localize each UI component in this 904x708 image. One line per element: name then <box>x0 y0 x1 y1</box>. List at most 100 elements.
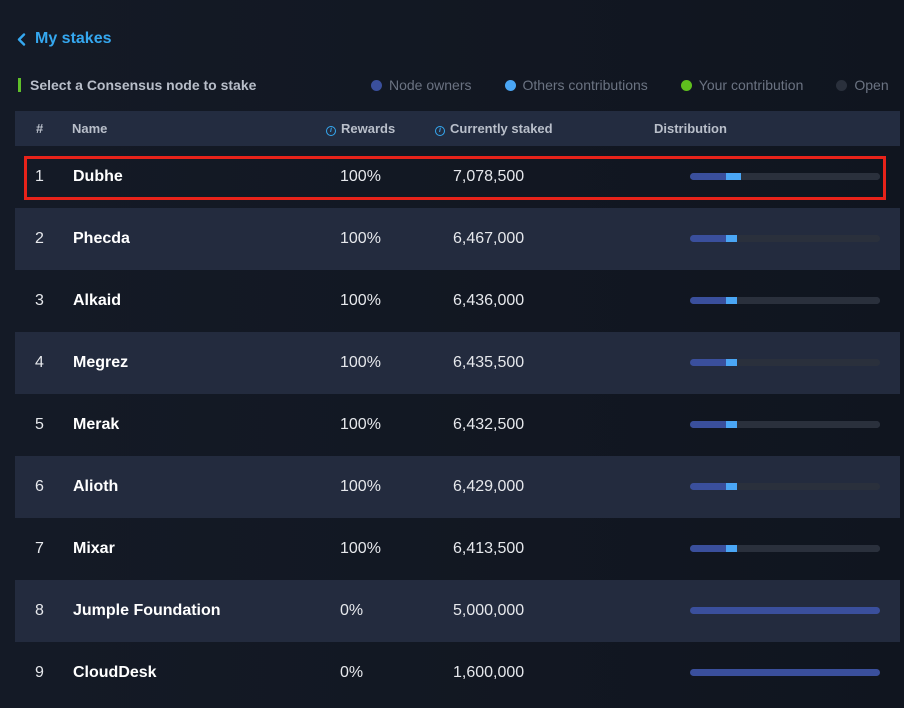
table-row[interactable]: 9 CloudDesk 0% 1,600,000 <box>15 642 900 704</box>
node-name: Megrez <box>73 354 129 371</box>
node-name: Merak <box>73 416 120 433</box>
table-row[interactable]: 2 Phecda 100% 6,467,000 <box>15 208 900 270</box>
node-staked: 6,436,000 <box>453 292 525 309</box>
distribution-segment-others <box>726 297 738 304</box>
legend-item-others: Others contributions <box>504 77 648 93</box>
distribution-segment-owners <box>690 669 880 676</box>
node-staked: 6,429,000 <box>453 478 525 495</box>
node-rewards: 100% <box>340 292 381 309</box>
distribution-segment-owners <box>690 421 727 428</box>
legend-label: Open <box>854 77 889 93</box>
distribution-bar <box>690 173 880 180</box>
stake-page: My stakes Select a Consensus node to sta… <box>0 0 904 708</box>
node-name: Mixar <box>73 540 115 557</box>
legend-label: Your contribution <box>698 77 804 93</box>
legend-label: Node owners <box>389 77 472 93</box>
distribution-segment-open <box>737 421 880 428</box>
distribution-bar <box>690 545 880 552</box>
distribution-segment-owners <box>690 173 727 180</box>
distribution-bar <box>690 607 880 614</box>
distribution-segment-open <box>741 173 880 180</box>
row-index: 4 <box>35 354 44 371</box>
back-link[interactable]: My stakes <box>16 30 112 48</box>
row-index: 1 <box>35 168 44 185</box>
distribution-bar <box>690 669 880 676</box>
column-header-rewards-label: Rewards <box>341 121 396 136</box>
legend-dot-open <box>836 79 848 91</box>
node-rewards: 100% <box>340 230 381 247</box>
distribution-bar <box>690 297 880 304</box>
distribution-segment-owners <box>690 483 727 490</box>
distribution-segment-open <box>737 483 880 490</box>
distribution-segment-owners <box>690 235 727 242</box>
node-name: Jumple Foundation <box>73 602 221 619</box>
table-body: 1 Dubhe 100% 7,078,500 2 Phecda 100% 6,467,000 3… <box>15 146 900 704</box>
legend-item-node-owners: Node owners <box>371 77 472 93</box>
back-label: My stakes <box>35 30 112 47</box>
node-rewards: 100% <box>340 540 381 557</box>
distribution-segment-others <box>726 173 742 180</box>
section-heading: Select a Consensus node to stake <box>18 77 256 93</box>
node-name: Alioth <box>73 478 119 495</box>
table-row[interactable]: 6 Alioth 100% 6,429,000 <box>15 456 900 518</box>
column-header-staked[interactable]: i Currently staked <box>435 121 553 136</box>
column-header-distribution: Distribution <box>654 121 727 136</box>
node-staked: 6,432,500 <box>453 416 525 433</box>
row-index: 9 <box>35 664 44 681</box>
legend-dot-others <box>504 79 516 91</box>
distribution-segment-owners <box>690 545 727 552</box>
node-staked: 7,078,500 <box>453 168 525 185</box>
heading-accent-bar <box>18 78 21 92</box>
column-header-staked-label: Currently staked <box>450 121 553 136</box>
distribution-segment-open <box>737 545 880 552</box>
distribution-bar <box>690 483 880 490</box>
node-staked: 6,413,500 <box>453 540 525 557</box>
distribution-segment-others <box>726 235 738 242</box>
table-row[interactable]: 8 Jumple Foundation 0% 5,000,000 <box>15 580 900 642</box>
node-staked: 5,000,000 <box>453 602 525 619</box>
distribution-legend: Node owners Others contributions Your co… <box>371 77 904 93</box>
node-rewards: 100% <box>340 416 381 433</box>
legend-dot-yours <box>680 79 692 91</box>
legend-item-yours: Your contribution <box>680 77 804 93</box>
column-header-index: # <box>36 121 44 136</box>
distribution-segment-others <box>726 483 738 490</box>
distribution-bar <box>690 235 880 242</box>
distribution-segment-others <box>726 359 738 366</box>
distribution-segment-open <box>737 297 880 304</box>
node-staked: 6,467,000 <box>453 230 525 247</box>
distribution-bar <box>690 421 880 428</box>
table-row[interactable]: 3 Alkaid 100% 6,436,000 <box>15 270 900 332</box>
table-row[interactable]: 7 Mixar 100% 6,413,500 <box>15 518 900 580</box>
node-name: CloudDesk <box>73 664 157 681</box>
distribution-segment-owners <box>690 607 880 614</box>
node-name: Phecda <box>73 230 130 247</box>
node-name: Alkaid <box>73 292 122 309</box>
distribution-segment-others <box>726 545 738 552</box>
row-index: 2 <box>35 230 44 247</box>
table-row[interactable]: 1 Dubhe 100% 7,078,500 <box>15 146 900 208</box>
table-header: # Name i Rewards i Currently staked Distri… <box>15 111 900 146</box>
node-staked: 6,435,500 <box>453 354 525 371</box>
info-icon[interactable]: i <box>326 126 336 136</box>
distribution-segment-owners <box>690 297 727 304</box>
distribution-bar <box>690 359 880 366</box>
info-icon[interactable]: i <box>435 126 445 136</box>
distribution-segment-others <box>726 421 738 428</box>
node-rewards: 100% <box>340 354 381 371</box>
node-name: Dubhe <box>73 168 123 185</box>
column-header-rewards[interactable]: i Rewards <box>326 121 395 136</box>
node-staked: 1,600,000 <box>453 664 525 681</box>
column-header-name[interactable]: Name <box>72 121 107 136</box>
node-rewards: 100% <box>340 478 381 495</box>
legend-item-open: Open <box>836 77 889 93</box>
table-row[interactable]: 4 Megrez 100% 6,435,500 <box>15 332 900 394</box>
legend-label: Others contributions <box>522 77 648 93</box>
section-heading-text: Select a Consensus node to stake <box>30 77 257 93</box>
node-rewards: 0% <box>340 602 364 619</box>
legend-dot-node-owners <box>371 79 382 91</box>
row-index: 5 <box>35 416 44 433</box>
row-index: 6 <box>35 478 44 495</box>
row-index: 8 <box>35 602 44 619</box>
table-row[interactable]: 5 Merak 100% 6,432,500 <box>15 394 900 456</box>
